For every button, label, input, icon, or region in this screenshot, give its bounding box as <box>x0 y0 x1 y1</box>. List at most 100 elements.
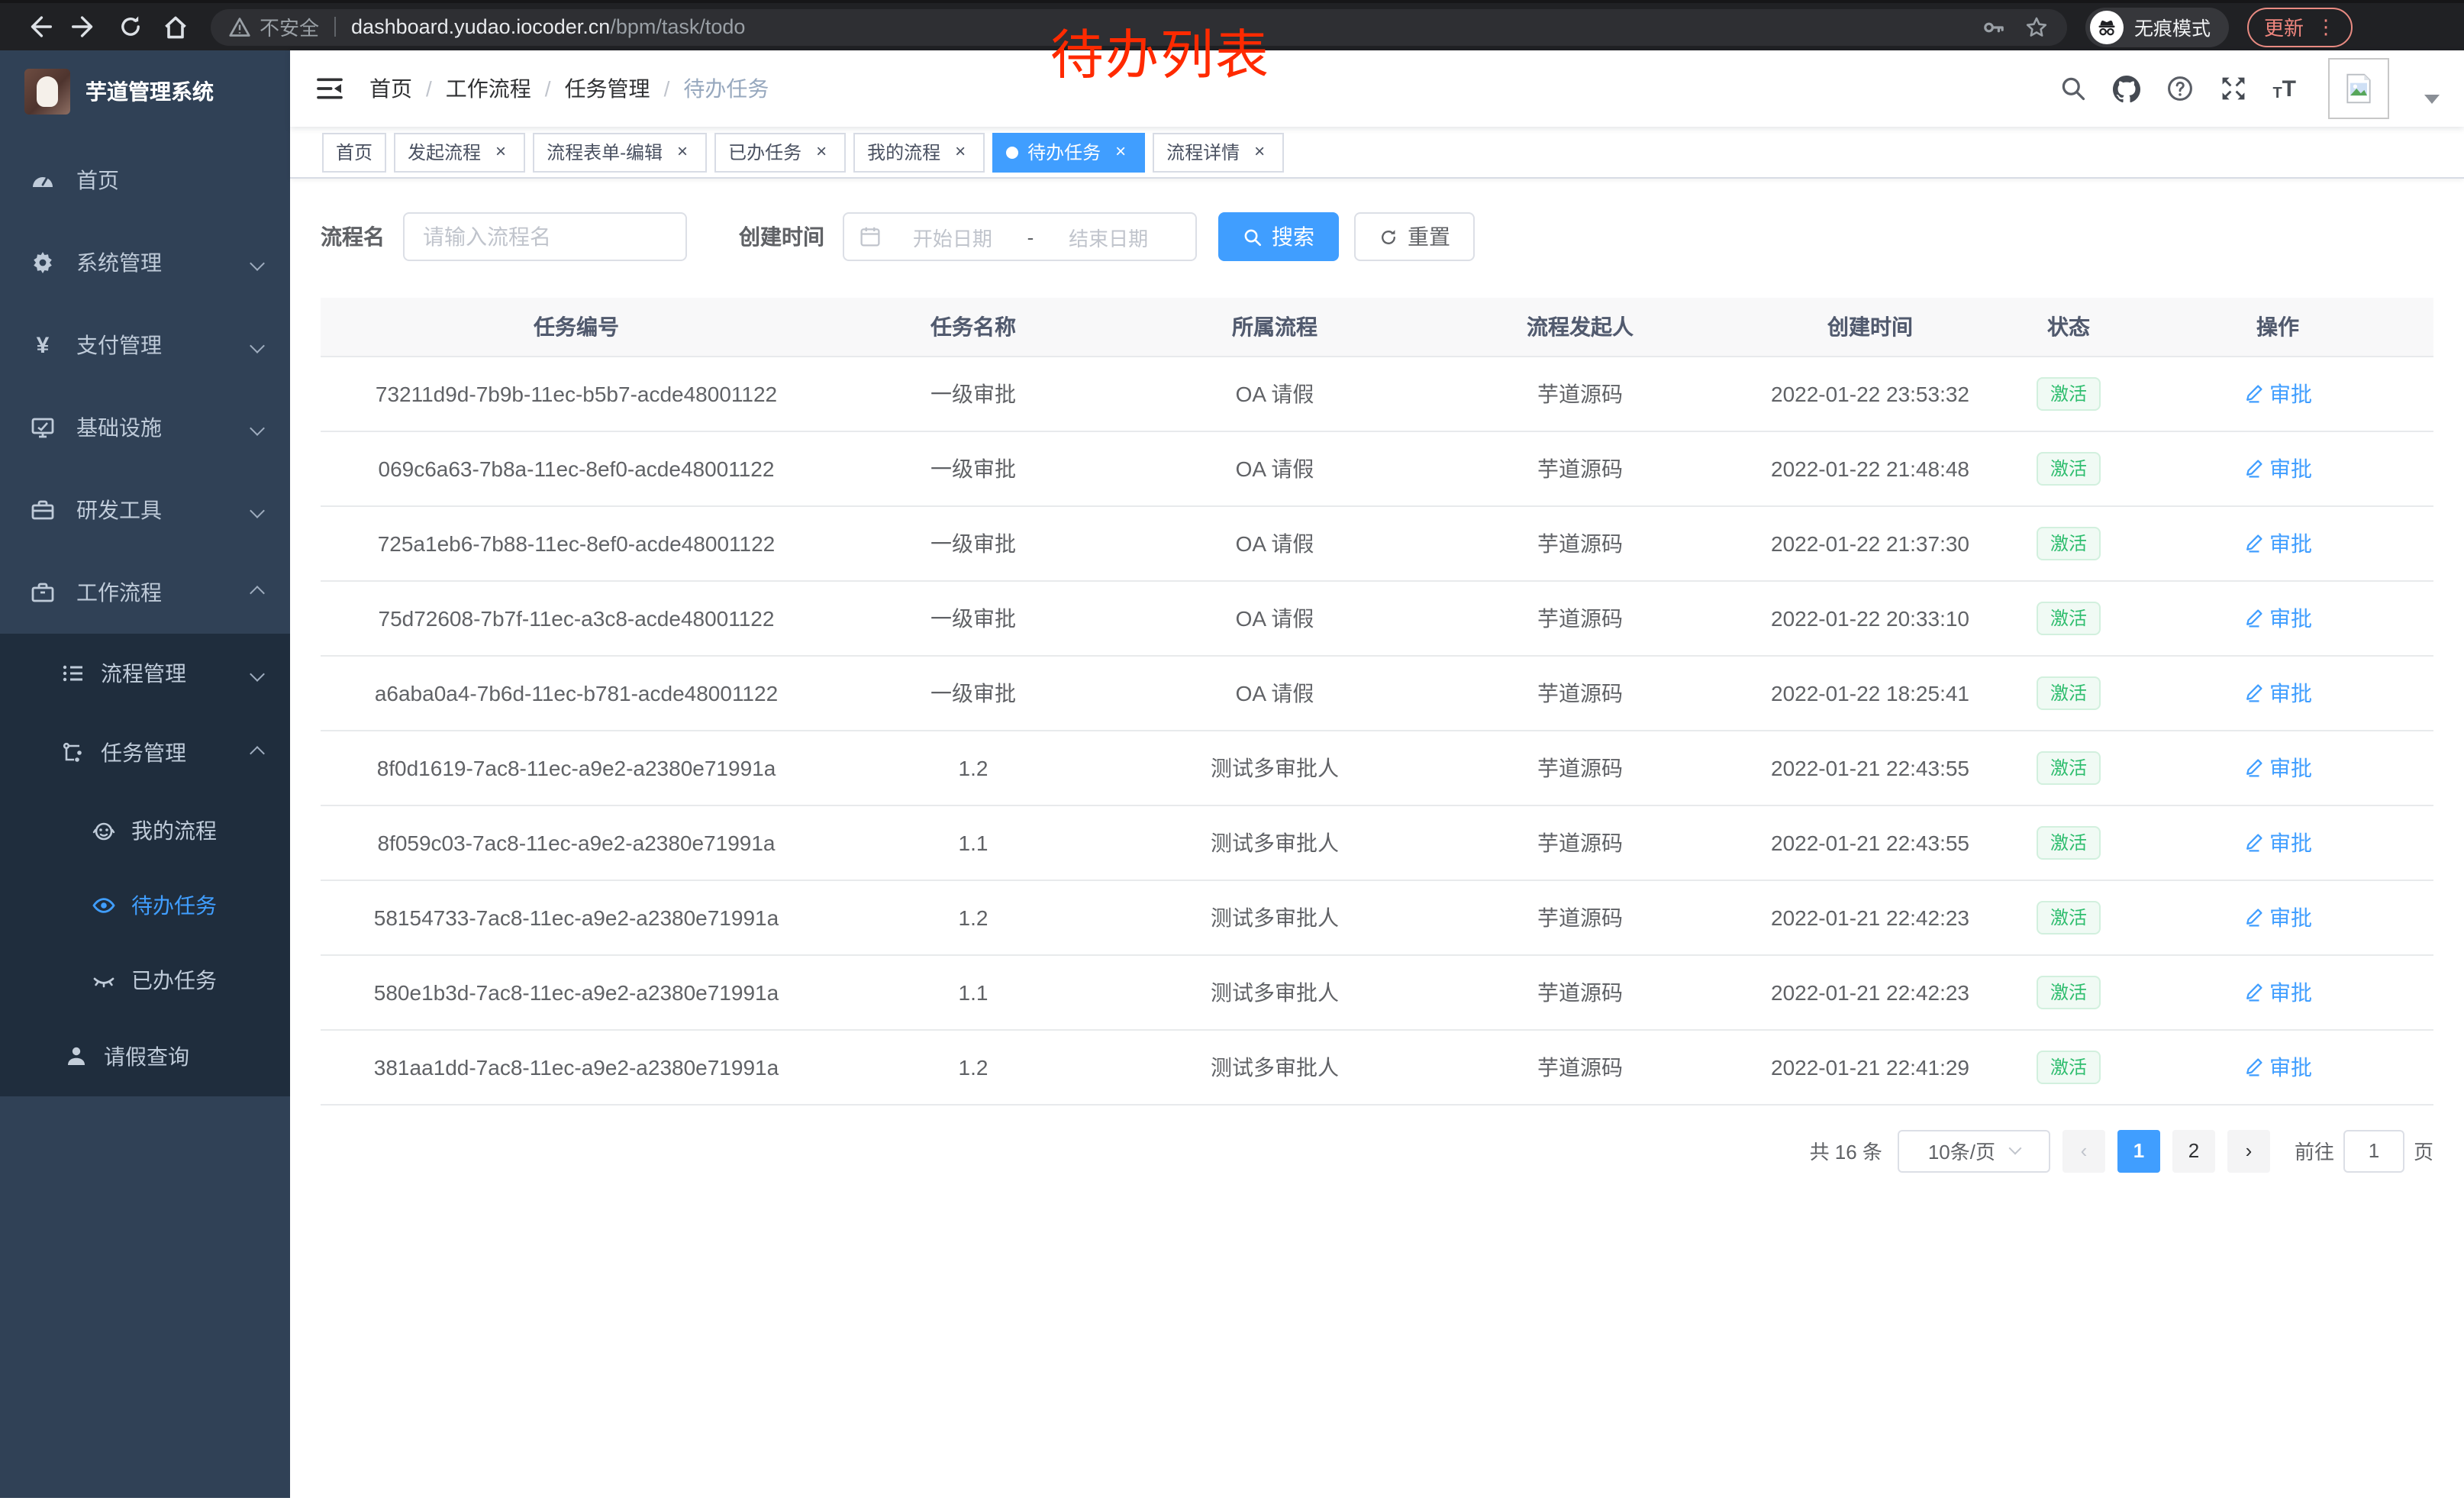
cell-task-id: 75d72608-7b7f-11ec-a3c8-acde48001122 <box>321 580 832 655</box>
approve-link[interactable]: 审批 <box>2243 827 2312 857</box>
app-logo-row[interactable]: 芋道管理系统 <box>0 50 290 130</box>
bookmark-star-icon[interactable] <box>2024 15 2049 39</box>
close-icon[interactable]: × <box>1249 141 1270 163</box>
close-icon[interactable]: × <box>1110 141 1131 163</box>
sidebar-item-done-task[interactable]: 已办任务 <box>0 942 290 1017</box>
cell-process: OA 请假 <box>1114 431 1435 505</box>
page-button-1[interactable]: 1 <box>2117 1129 2160 1172</box>
status-badge: 激活 <box>2037 601 2101 634</box>
sidebar-fold-icon[interactable] <box>314 73 345 104</box>
start-date-placeholder[interactable]: 开始日期 <box>881 222 1024 251</box>
close-icon[interactable]: × <box>811 141 832 163</box>
approve-link[interactable]: 审批 <box>2243 752 2312 783</box>
key-icon[interactable] <box>1982 15 2006 39</box>
font-size-icon[interactable]: TT <box>2272 76 2296 102</box>
status-badge: 激活 <box>2037 975 2101 1009</box>
approve-link[interactable]: 审批 <box>2243 976 2312 1007</box>
table-row: 8f059c03-7ac8-11ec-a9e2-a2380e71991a 1.1… <box>321 805 2433 880</box>
cell-task-name: 1.1 <box>832 954 1114 1029</box>
process-name-input[interactable] <box>403 212 687 261</box>
screen: 不安全 dashboard.yudao.iocoder.cn/bpm/task/… <box>0 0 2464 1501</box>
prev-page-button[interactable]: ‹ <box>2062 1129 2105 1172</box>
cell-task-name: 1.1 <box>832 805 1114 880</box>
search-icon[interactable] <box>2059 75 2086 102</box>
tab-done-task[interactable]: 已办任务× <box>714 132 846 172</box>
sidebar-item-home[interactable]: 首页 <box>0 139 290 221</box>
breadcrumb-workflow[interactable]: 工作流程 <box>446 73 531 104</box>
approve-link[interactable]: 审批 <box>2243 602 2312 633</box>
cell-task-id: 8f059c03-7ac8-11ec-a9e2-a2380e71991a <box>321 805 832 880</box>
sidebar-item-workflow[interactable]: 工作流程 <box>0 551 290 634</box>
col-task-name: 任务名称 <box>832 298 1114 356</box>
cell-starter: 芋道源码 <box>1435 505 1725 580</box>
approve-link[interactable]: 审批 <box>2243 453 2312 483</box>
update-label[interactable]: 更新 <box>2264 12 2304 41</box>
avatar[interactable] <box>2328 58 2389 119</box>
approve-link[interactable]: 审批 <box>2243 677 2312 708</box>
sidebar-item-payment[interactable]: ¥ 支付管理 <box>0 304 290 386</box>
list-icon <box>61 661 85 686</box>
security-label[interactable]: 不安全 <box>260 12 319 41</box>
cell-task-id: 58154733-7ac8-11ec-a9e2-a2380e71991a <box>321 880 832 954</box>
reload-icon[interactable] <box>107 5 153 48</box>
breadcrumb-current: 待办任务 <box>683 73 769 104</box>
goto-page-input[interactable] <box>2343 1129 2404 1172</box>
approve-link[interactable]: 审批 <box>2243 1051 2312 1082</box>
col-task-id: 任务编号 <box>321 298 832 356</box>
sidebar-item-todo-task[interactable]: 待办任务 <box>0 867 290 942</box>
sidebar-item-system[interactable]: 系统管理 <box>0 221 290 304</box>
page-button-2[interactable]: 2 <box>2172 1129 2215 1172</box>
browser-menu-icon[interactable]: ⋮ <box>2316 15 2336 39</box>
sidebar-item-devtools[interactable]: 研发工具 <box>0 469 290 551</box>
help-icon[interactable] <box>2166 75 2193 102</box>
status-badge: 激活 <box>2037 900 2101 934</box>
fullscreen-icon[interactable] <box>2219 75 2246 102</box>
sidebar-item-leave-query[interactable]: 请假查询 <box>0 1017 290 1096</box>
breadcrumb-task-mgmt[interactable]: 任务管理 <box>565 73 650 104</box>
todo-task-table: 任务编号 任务名称 所属流程 流程发起人 创建时间 状态 操作 73211d9d… <box>321 298 2433 1105</box>
tab-todo-task[interactable]: 待办任务× <box>992 132 1145 172</box>
close-icon[interactable]: × <box>490 141 511 163</box>
chevron-up-icon <box>250 745 265 760</box>
next-page-button[interactable]: › <box>2227 1129 2270 1172</box>
approve-link[interactable]: 审批 <box>2243 902 2312 932</box>
cell-process: OA 请假 <box>1114 505 1435 580</box>
date-range-picker[interactable]: 开始日期 - 结束日期 <box>843 212 1197 261</box>
tab-my-process[interactable]: 我的流程× <box>853 132 985 172</box>
sidebar-item-my-process[interactable]: 我的流程 <box>0 792 290 867</box>
close-icon[interactable]: × <box>672 141 693 163</box>
home-icon[interactable] <box>153 5 198 48</box>
breadcrumb: 首页 / 工作流程 / 任务管理 / 待办任务 <box>369 73 769 104</box>
tab-form-edit[interactable]: 流程表单-编辑× <box>533 132 707 172</box>
sidebar-item-task-mgmt[interactable]: 任务管理 <box>0 713 290 792</box>
sidebar-item-label: 任务管理 <box>101 738 186 768</box>
tab-home[interactable]: 首页 <box>322 132 386 172</box>
forward-icon[interactable] <box>61 5 107 48</box>
cell-starter: 芋道源码 <box>1435 580 1725 655</box>
breadcrumb-home[interactable]: 首页 <box>369 73 412 104</box>
cell-create-time: 2022-01-21 22:41:29 <box>1725 1029 2015 1104</box>
page-size-select[interactable]: 10条/页 <box>1898 1129 2050 1172</box>
sidebar-item-infra[interactable]: 基础设施 <box>0 386 290 469</box>
cell-task-id: 580e1b3d-7ac8-11ec-a9e2-a2380e71991a <box>321 954 832 1029</box>
avatar-caret-icon[interactable] <box>2424 95 2440 104</box>
tab-start-process[interactable]: 发起流程× <box>394 132 525 172</box>
approve-link[interactable]: 审批 <box>2243 378 2312 408</box>
update-button[interactable]: 更新 ⋮ <box>2247 7 2353 47</box>
approve-link[interactable]: 审批 <box>2243 528 2312 558</box>
github-icon[interactable] <box>2112 75 2140 102</box>
close-icon[interactable]: × <box>950 141 971 163</box>
end-date-placeholder[interactable]: 结束日期 <box>1037 222 1180 251</box>
cell-starter: 芋道源码 <box>1435 880 1725 954</box>
back-icon[interactable] <box>15 5 61 48</box>
reset-button[interactable]: 重置 <box>1354 212 1475 261</box>
sidebar-item-process-mgmt[interactable]: 流程管理 <box>0 634 290 713</box>
cell-create-time: 2022-01-22 18:25:41 <box>1725 655 2015 730</box>
tab-process-detail[interactable]: 流程详情× <box>1153 132 1284 172</box>
table-row: 75d72608-7b7f-11ec-a3c8-acde48001122 一级审… <box>321 580 2433 655</box>
search-button[interactable]: 搜索 <box>1218 212 1339 261</box>
cell-process: 测试多审批人 <box>1114 954 1435 1029</box>
url-host[interactable]: dashboard.yudao.iocoder.cn <box>351 15 610 38</box>
active-dot <box>1006 146 1018 158</box>
cell-create-time: 2022-01-22 20:33:10 <box>1725 580 2015 655</box>
